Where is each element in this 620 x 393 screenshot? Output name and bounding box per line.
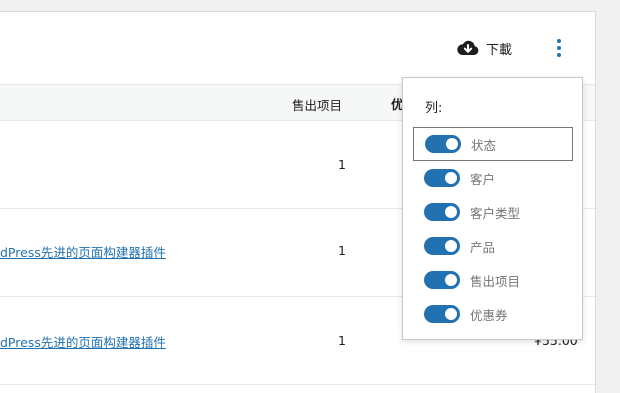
toggle-switch[interactable] [424,305,460,323]
column-toggle-customer[interactable]: 客户 [413,161,573,195]
product-link[interactable]: dPress先进的页面构建器插件 [0,242,166,261]
column-header-sold[interactable]: 售出项目 [292,95,342,114]
toggle-switch[interactable] [424,237,460,255]
columns-menu-title: 列: [425,101,443,116]
toggle-label: 状态 [471,137,497,153]
toggle-switch[interactable] [425,135,461,153]
toggle-label: 优惠券 [470,307,508,323]
toggle-label: 售出项目 [470,273,521,289]
toggle-switch[interactable] [424,169,460,187]
download-label: 下載 [486,42,513,58]
toggle-switch[interactable] [424,271,460,289]
toggle-label: 产品 [470,239,496,255]
column-toggle-items-sold[interactable]: 售出项目 [413,263,573,297]
sold-count: 1 [338,333,346,348]
column-toggle-product[interactable]: 产品 [413,229,573,263]
sold-count: 1 [338,243,346,258]
vertical-ellipsis-icon [547,34,571,62]
toggle-label: 客户类型 [470,205,521,221]
columns-menu: 列: 状态 客户 客户类型 产品 售出项目 优惠券 [402,77,583,340]
panel-header: 下載 [0,12,595,84]
download-button[interactable]: 下載 [456,36,512,60]
more-options-button[interactable] [547,34,571,62]
column-toggle-status[interactable]: 状态 [413,127,573,161]
column-toggle-coupon[interactable]: 优惠券 [413,297,573,331]
product-link[interactable]: dPress先进的页面构建器插件 [0,332,166,351]
sold-count: 1 [338,157,346,172]
toggle-label: 客户 [470,171,496,187]
column-toggle-customer-type[interactable]: 客户类型 [413,195,573,229]
toggle-switch[interactable] [424,203,460,221]
cloud-download-icon [456,38,480,58]
